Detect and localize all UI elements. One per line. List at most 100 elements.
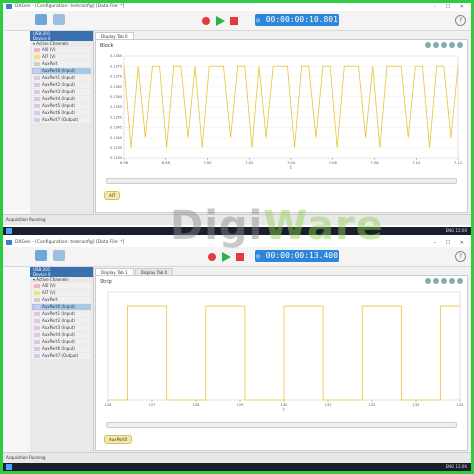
window-title-2: DXGen - [Configuration: testconfig] [Dat… <box>15 240 125 245</box>
x-axis-label: t <box>290 165 292 170</box>
display-tabs-2: Display Tab 1 Display Tab 0 <box>95 268 174 276</box>
channel-item[interactable]: AuxPort6 (Input) <box>32 346 91 352</box>
channel-color-swatch <box>34 326 40 330</box>
watermark-logo: DigiWare <box>170 203 384 249</box>
channel-color-swatch <box>34 97 40 101</box>
channel-label: AuxPort5 (Input) <box>42 103 75 108</box>
pan-icon-2[interactable] <box>433 278 439 284</box>
channel-item[interactable]: AuxPort7 (Output) <box>32 117 91 123</box>
series-legend-2[interactable]: AuxPort0 <box>104 435 133 444</box>
open-folder-icon-2[interactable] <box>35 250 47 261</box>
channel-label: AuxPort6 (Input) <box>42 346 75 351</box>
save-icon[interactable] <box>53 14 65 25</box>
settings-icon[interactable] <box>449 42 455 48</box>
zoom-icon-2[interactable] <box>425 278 431 284</box>
channel-item[interactable]: AuxPort2 (Input) <box>32 318 91 324</box>
window-title: DXGen - [Configuration: testconfig] [Dat… <box>15 4 125 9</box>
x-tick-label: 6.96 <box>120 161 129 165</box>
channel-color-swatch <box>34 62 40 66</box>
series-legend[interactable]: AI7 <box>104 191 121 200</box>
help-icon[interactable]: ? <box>455 15 466 26</box>
bottom-screenshot: DXGen - [Configuration: testconfig] [Dat… <box>3 239 471 471</box>
x-tick-label: 7.00 <box>203 161 212 165</box>
fit-icon-2[interactable] <box>441 278 447 284</box>
channel-item[interactable]: AuxPort6 (Input) <box>32 110 91 116</box>
status-text: Acquisition Running <box>6 217 46 222</box>
y-tick-label: 0.1365 <box>110 85 122 89</box>
taskbar-2: ENG 12:00 <box>3 463 471 471</box>
stop-button[interactable] <box>230 17 238 25</box>
channel-color-swatch <box>34 90 40 94</box>
play-button[interactable] <box>216 16 225 26</box>
channel-list-2: AI0 (V) AI7 (V) AuxPort AuxPort0 (Input) Aux… <box>30 283 93 359</box>
time-scrollbar[interactable] <box>106 178 457 184</box>
record-button[interactable] <box>202 17 210 25</box>
channel-item[interactable]: AuxPort4 (Input) <box>32 96 91 102</box>
channel-item[interactable]: AI7 (V) <box>32 290 91 296</box>
channel-item[interactable]: AuxPort4 (Input) <box>32 332 91 338</box>
window-controls[interactable]: – ☐ ✕ <box>434 4 468 10</box>
settings-icon-2[interactable] <box>449 278 455 284</box>
channel-item[interactable]: AuxPort0 (Input) <box>32 304 91 310</box>
channel-item[interactable]: AuxPort3 (Input) <box>32 325 91 331</box>
watermark-part1: Digi <box>170 203 264 249</box>
toolbar: ◷ 00:00:00:10.801 ? <box>3 11 471 31</box>
channel-item[interactable]: AI7 (V) <box>32 54 91 60</box>
channel-color-swatch <box>34 298 40 302</box>
system-tray: ENG 12:00 <box>445 228 467 233</box>
channel-color-swatch <box>34 354 40 358</box>
top-screenshot: DXGen - [Configuration: testconfig] [Dat… <box>3 3 471 225</box>
pan-icon[interactable] <box>433 42 439 48</box>
channel-item[interactable]: AuxPort5 (Input) <box>32 339 91 345</box>
channel-item[interactable]: AuxPort0 (Input) <box>32 68 91 74</box>
channel-color-swatch <box>34 347 40 351</box>
channel-label: AuxPort4 (Input) <box>42 96 75 101</box>
close-icon-2[interactable] <box>457 278 463 284</box>
channel-color-swatch <box>34 48 40 52</box>
x-tick-label: 129 <box>237 403 245 407</box>
device-header-2[interactable]: USB-201 Device 0 <box>30 267 93 277</box>
channel-label: AuxPort3 (Input) <box>42 325 75 330</box>
windows-start-icon[interactable] <box>6 228 12 234</box>
x-tick-label: 7.10 <box>412 161 421 165</box>
plot-tools <box>423 42 463 50</box>
channel-color-swatch <box>34 111 40 115</box>
close-icon[interactable] <box>457 42 463 48</box>
help-icon-2[interactable]: ? <box>455 251 466 262</box>
window-controls-2[interactable]: – ☐ ✕ <box>434 240 468 246</box>
channel-item[interactable]: AuxPort5 (Input) <box>32 103 91 109</box>
plot-tools-2 <box>423 278 463 286</box>
channel-item[interactable]: AuxPort1 (Input) <box>32 75 91 81</box>
elapsed-timer-2: ◷ 00:00:00:13.400 <box>255 250 339 262</box>
x-tick-label: 133 <box>413 403 420 407</box>
zoom-icon[interactable] <box>425 42 431 48</box>
x-tick-label: 6.98 <box>162 161 171 165</box>
open-folder-icon[interactable] <box>35 14 47 25</box>
fit-icon[interactable] <box>441 42 447 48</box>
time-scrollbar-2[interactable] <box>106 422 457 428</box>
channel-item[interactable]: AuxPort2 (Input) <box>32 82 91 88</box>
channel-item[interactable]: AuxPort3 (Input) <box>32 89 91 95</box>
plot-name-2: Strip <box>100 279 112 285</box>
system-tray-2: ENG 12:00 <box>445 464 467 469</box>
channel-item[interactable]: AuxPort1 (Input) <box>32 311 91 317</box>
windows-start-icon-2[interactable] <box>6 464 12 470</box>
play-button-2[interactable] <box>222 252 231 262</box>
clock-icon: ◷ <box>256 17 260 24</box>
save-icon-2[interactable] <box>53 250 65 261</box>
channel-item[interactable]: AuxPort <box>32 61 91 67</box>
device-header[interactable]: USB-201 Device 0 <box>30 31 93 41</box>
channel-item[interactable]: AuxPort <box>32 297 91 303</box>
channel-item[interactable]: AI0 (V) <box>32 283 91 289</box>
display-panel-2: Strip 126 127 128 129 130 131 132 133 134 t AuxPo… <box>95 275 468 451</box>
y-tick-label: 0.1340 <box>110 136 122 140</box>
channel-item[interactable]: AI0 (V) <box>32 47 91 53</box>
app-icon-2 <box>6 240 12 245</box>
y-tick-label: 0.1380 <box>110 54 122 58</box>
status-bar-2: Acquisition Running <box>3 452 471 463</box>
channel-item[interactable]: AuxPort7 (Output) <box>32 353 91 359</box>
channel-label: AuxPort7 (Output) <box>42 353 79 358</box>
record-button-2[interactable] <box>208 253 216 261</box>
stop-button-2[interactable] <box>236 253 244 261</box>
channel-label: AuxPort4 (Input) <box>42 332 75 337</box>
